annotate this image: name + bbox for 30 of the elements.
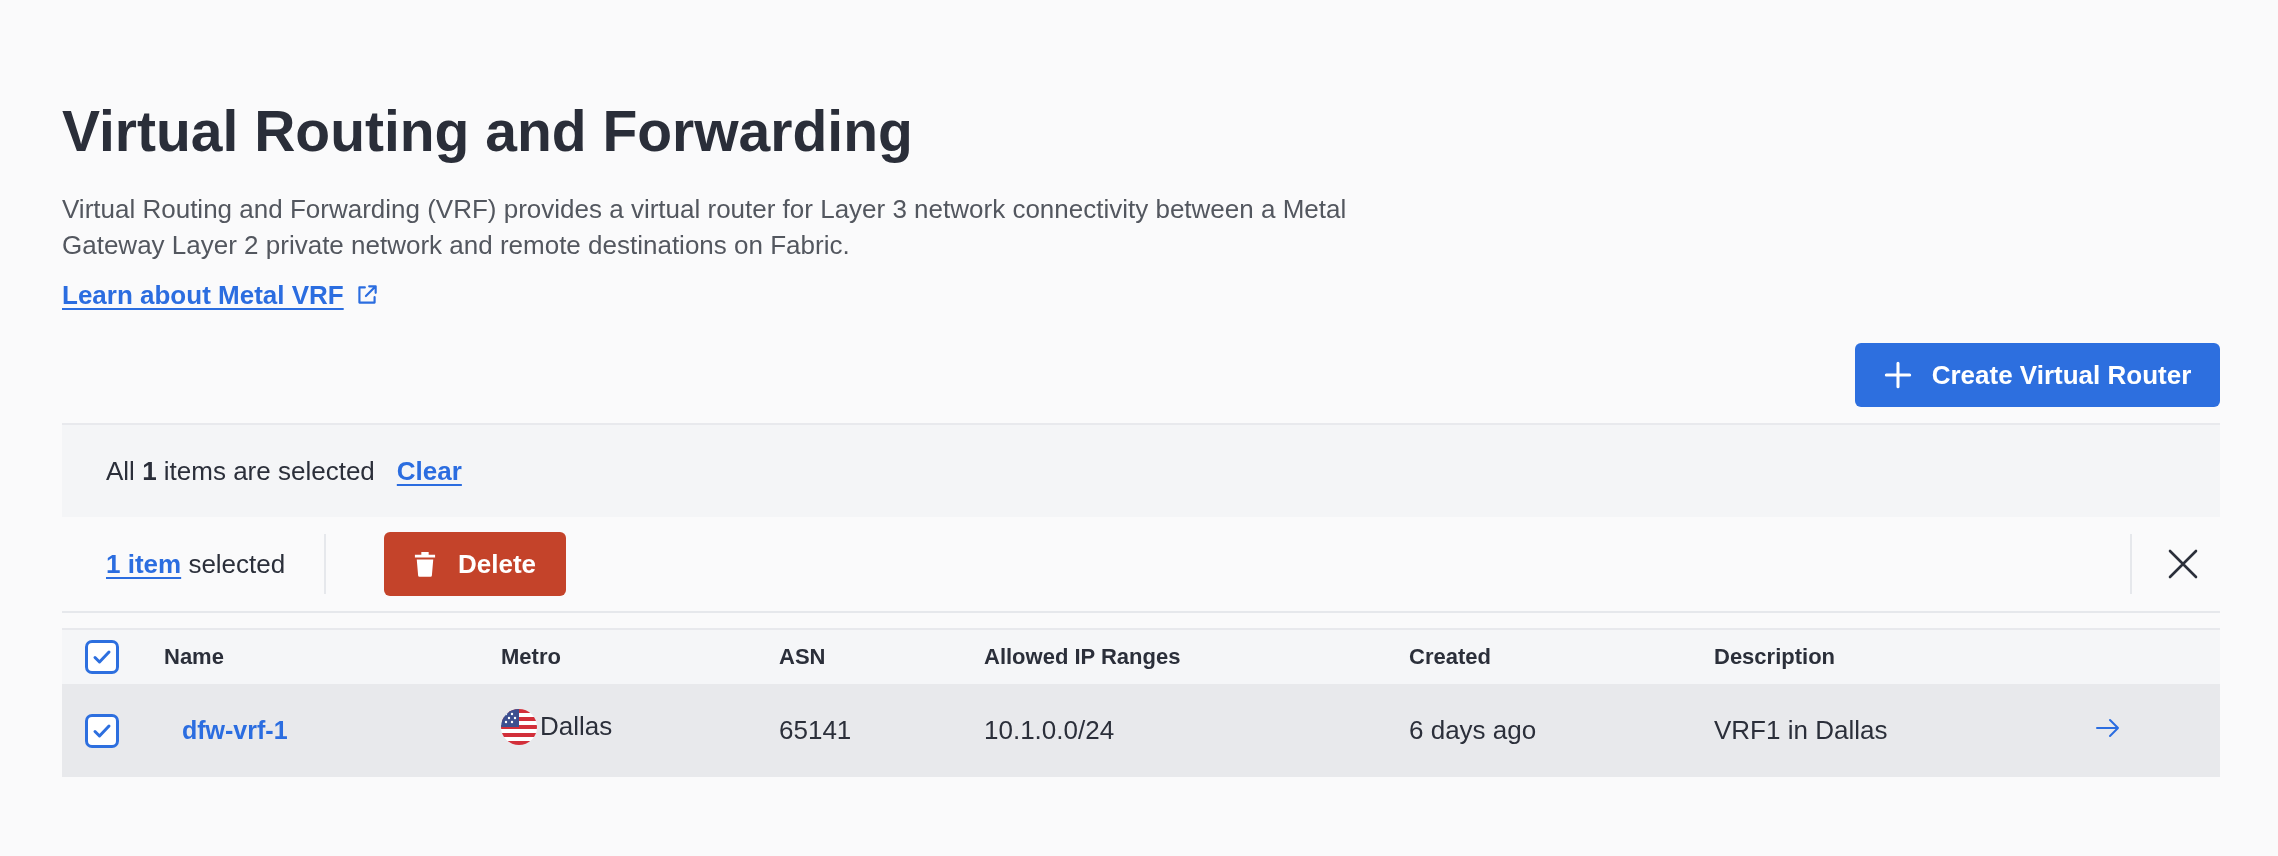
page-title: Virtual Routing and Forwarding: [62, 98, 913, 165]
row-checkbox[interactable]: [85, 713, 119, 748]
column-header: Allowed IP Ranges: [984, 644, 1181, 669]
learn-link[interactable]: Learn about Metal VRF: [62, 277, 380, 313]
name-link[interactable]: dfw-vrf-1: [182, 716, 288, 745]
selected-items-link[interactable]: 1 item: [106, 548, 182, 579]
column-header: ASN: [779, 644, 826, 669]
create-router-button[interactable]: Create Virtual Router: [1855, 343, 2220, 407]
selection-count: 1 item selected: [106, 548, 287, 580]
delete-button[interactable]: Delete: [384, 532, 566, 596]
table-cell: 6 days ago: [1409, 715, 1537, 746]
plus-icon: [1883, 361, 1912, 389]
trash-icon: [413, 551, 436, 577]
column-header: Description: [1714, 644, 1836, 669]
close-button[interactable]: [2168, 549, 2198, 579]
select-all-checkbox[interactable]: [85, 640, 119, 674]
arrow-right-icon[interactable]: [2096, 717, 2120, 738]
description-text: Virtual Routing and Forwarding (VRF) provides a virtual router for Layer 3 network connectivity between a Metal Gateway Layer 2 private network and remote destinations on Fabric.: [62, 193, 1348, 262]
table-row[interactable]: dfw-vrf-1 Dallas 65141 10.1.0.0/24 6 days ago VRF1 in Dallas: [62, 684, 2220, 777]
close-icon: [2168, 549, 2198, 579]
table-cell: Dallas: [540, 711, 613, 742]
flag-icon: [501, 708, 537, 745]
column-header: Name: [164, 644, 224, 669]
table-cell: 10.1.0.0/24: [984, 715, 1115, 746]
table-cell: VRF1 in Dallas: [1714, 715, 1888, 746]
banner-text: All 1 items are selected: [106, 455, 375, 487]
clear-link[interactable]: Clear: [396, 455, 462, 487]
column-header: Metro: [501, 644, 561, 669]
table-cell: 65141: [779, 715, 852, 746]
column-header: Created: [1409, 644, 1491, 669]
